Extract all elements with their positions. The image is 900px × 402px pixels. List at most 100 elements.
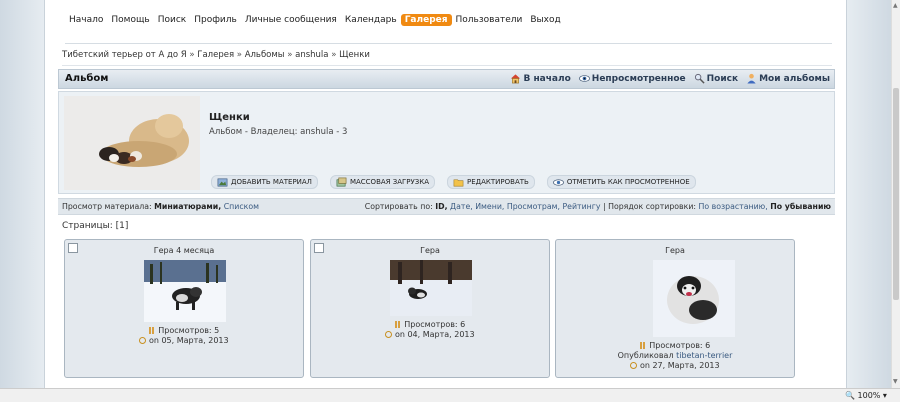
pagination-current: [1] bbox=[115, 221, 129, 231]
view-options-bar: Просмотр материала: Миниатюрами, Списком… bbox=[58, 198, 835, 215]
view-mode: Просмотр материала: Миниатюрами, Списком bbox=[62, 202, 259, 211]
album-header-bar: Альбом В начало Непросмотренное Поиск Мо… bbox=[58, 69, 835, 89]
order-descending: По убыванию bbox=[770, 202, 831, 211]
breadcrumb-forum[interactable]: Тибетский терьер от А до Я bbox=[62, 50, 187, 60]
clock-icon bbox=[630, 362, 638, 369]
posted-label: Опубликовал bbox=[617, 351, 674, 360]
add-item-button[interactable]: ДОБАВИТЬ МАТЕРИАЛ bbox=[211, 175, 318, 189]
pagination: Страницы: [1] bbox=[62, 221, 128, 231]
header-links: В начало Непросмотренное Поиск Мои альбо… bbox=[510, 73, 830, 84]
view-thumbnails: Миниатюрами, bbox=[154, 202, 222, 211]
add-image-icon bbox=[217, 178, 228, 186]
breadcrumb-separator: » bbox=[236, 50, 242, 60]
section-title: Альбом bbox=[65, 73, 109, 84]
bulk-upload-button[interactable]: МАССОВАЯ ЗАГРУЗКА bbox=[329, 175, 436, 189]
item-views: Просмотров: 5 bbox=[158, 326, 220, 335]
author-link[interactable]: tibetan-terrier bbox=[676, 351, 732, 360]
scrollbar-thumb[interactable] bbox=[893, 88, 899, 300]
breadcrumb-gallery[interactable]: Галерея bbox=[197, 50, 234, 60]
sort-options: Сортировать по: ID, Дате, Имени, Просмот… bbox=[365, 202, 831, 211]
pagination-label: Страницы: bbox=[62, 221, 113, 231]
view-mode-label: Просмотр материала: bbox=[62, 202, 152, 211]
search-link[interactable]: Поиск bbox=[694, 73, 738, 84]
forum-page: Начало Помощь Поиск Профиль Личные сообщ… bbox=[44, 0, 847, 388]
gallery-item: Гера 4 месяца Просмотров: 5 on 05, Марта… bbox=[64, 239, 304, 378]
zoom-level[interactable]: 🔍 100% ▾ bbox=[845, 391, 887, 400]
item-title[interactable]: Гера 4 месяца bbox=[65, 246, 303, 255]
breadcrumb-divider bbox=[62, 65, 832, 66]
bulk-upload-label: МАССОВАЯ ЗАГРУЗКА bbox=[349, 178, 430, 186]
edit-button[interactable]: РЕДАКТИРОВАТЬ bbox=[447, 175, 535, 189]
sort-links[interactable]: Дате, Имени, Просмотрам, Рейтингу bbox=[450, 202, 600, 211]
clock-icon bbox=[385, 331, 393, 338]
menu-item-home[interactable]: Начало bbox=[65, 14, 107, 26]
scroll-down-icon[interactable]: ▼ bbox=[893, 378, 898, 385]
scroll-up-icon[interactable]: ▲ bbox=[893, 2, 898, 9]
item-meta: Просмотров: 6 Опубликовал tibetan-terrie… bbox=[556, 341, 794, 371]
menu-item-search[interactable]: Поиск bbox=[154, 14, 191, 26]
item-title[interactable]: Гера bbox=[311, 246, 549, 255]
item-thumbnail[interactable] bbox=[390, 260, 472, 316]
order-label: Порядок сортировки: bbox=[608, 202, 697, 211]
edit-label: РЕДАКТИРОВАТЬ bbox=[467, 178, 529, 186]
breadcrumb-owner[interactable]: anshula bbox=[295, 50, 328, 60]
bulk-upload-icon bbox=[336, 177, 347, 186]
views-icon bbox=[148, 327, 156, 334]
item-thumbnail[interactable] bbox=[653, 260, 735, 337]
album-title: Щенки bbox=[209, 112, 250, 123]
menu-item-logout[interactable]: Выход bbox=[526, 14, 564, 26]
menu-divider bbox=[65, 43, 832, 44]
breadcrumb-separator: » bbox=[331, 50, 337, 60]
item-meta: Просмотров: 5 on 05, Марта, 2013 bbox=[65, 326, 303, 346]
home-link[interactable]: В начало bbox=[510, 73, 571, 84]
home-icon bbox=[511, 74, 521, 84]
main-menu: Начало Помощь Поиск Профиль Личные сообщ… bbox=[65, 14, 565, 26]
album-thumbnail[interactable] bbox=[64, 96, 200, 190]
my-albums-link-label: Мои альбомы bbox=[759, 73, 830, 84]
menu-item-profile[interactable]: Профиль bbox=[190, 14, 241, 26]
breadcrumb-current[interactable]: Щенки bbox=[339, 50, 370, 60]
gallery-item: Гера Просмотров: 6 Опубликовал tibetan-t… bbox=[555, 239, 795, 378]
item-views: Просмотров: 6 bbox=[404, 320, 466, 329]
menu-item-users[interactable]: Пользователи bbox=[452, 14, 527, 26]
views-icon bbox=[394, 321, 402, 328]
unread-link-label: Непросмотренное bbox=[591, 73, 686, 84]
sort-label: Сортировать по: bbox=[364, 202, 433, 211]
gallery-item: Гера Просмотров: 6 on 04, Марта, 2013 bbox=[310, 239, 550, 378]
view-list-link[interactable]: Списком bbox=[224, 202, 259, 211]
breadcrumb-separator: » bbox=[189, 50, 195, 60]
eye-icon bbox=[578, 75, 590, 82]
item-date: on 04, Марта, 2013 bbox=[394, 330, 475, 339]
my-albums-link[interactable]: Мои альбомы bbox=[746, 73, 830, 84]
home-link-label: В начало bbox=[523, 73, 571, 84]
sort-current: ID, bbox=[435, 202, 448, 211]
menu-item-messages[interactable]: Личные сообщения bbox=[241, 14, 341, 26]
mark-viewed-button[interactable]: ОТМЕТИТЬ КАК ПРОСМОТРЕННОЕ bbox=[546, 175, 696, 189]
item-date: on 05, Марта, 2013 bbox=[148, 336, 229, 345]
breadcrumb: Тибетский терьер от А до Я » Галерея » А… bbox=[62, 50, 370, 60]
item-title[interactable]: Гера bbox=[556, 246, 794, 255]
album-info: Щенки Альбом - Владелец: anshula - 3 ДОБ… bbox=[58, 91, 835, 194]
album-actions: ДОБАВИТЬ МАТЕРИАЛ МАССОВАЯ ЗАГРУЗКА РЕДА… bbox=[211, 175, 696, 189]
album-subtitle: Альбом - Владелец: anshula - 3 bbox=[209, 127, 348, 137]
menu-item-gallery[interactable]: Галерея bbox=[400, 14, 452, 26]
breadcrumb-separator: » bbox=[287, 50, 293, 60]
order-ascending-link[interactable]: По возрастанию, bbox=[699, 202, 768, 211]
views-icon bbox=[639, 342, 647, 349]
sort-separator: | bbox=[602, 202, 606, 211]
breadcrumb-albums[interactable]: Альбомы bbox=[245, 50, 285, 60]
menu-item-calendar[interactable]: Календарь bbox=[341, 14, 401, 26]
item-views: Просмотров: 6 bbox=[649, 341, 711, 350]
page-background-right bbox=[847, 0, 891, 388]
add-item-label: ДОБАВИТЬ МАТЕРИАЛ bbox=[231, 178, 312, 186]
clock-icon bbox=[139, 337, 147, 344]
unread-link[interactable]: Непросмотренное bbox=[578, 73, 686, 84]
folder-icon bbox=[453, 178, 464, 186]
item-date: on 27, Марта, 2013 bbox=[639, 361, 720, 370]
vertical-scrollbar[interactable]: ▲ ▼ bbox=[891, 0, 900, 388]
page-background-left bbox=[0, 0, 44, 388]
mark-viewed-label: ОТМЕТИТЬ КАК ПРОСМОТРЕННОЕ bbox=[566, 178, 690, 186]
menu-item-help[interactable]: Помощь bbox=[107, 14, 153, 26]
item-meta: Просмотров: 6 on 04, Марта, 2013 bbox=[311, 320, 549, 340]
item-thumbnail[interactable] bbox=[144, 260, 226, 322]
